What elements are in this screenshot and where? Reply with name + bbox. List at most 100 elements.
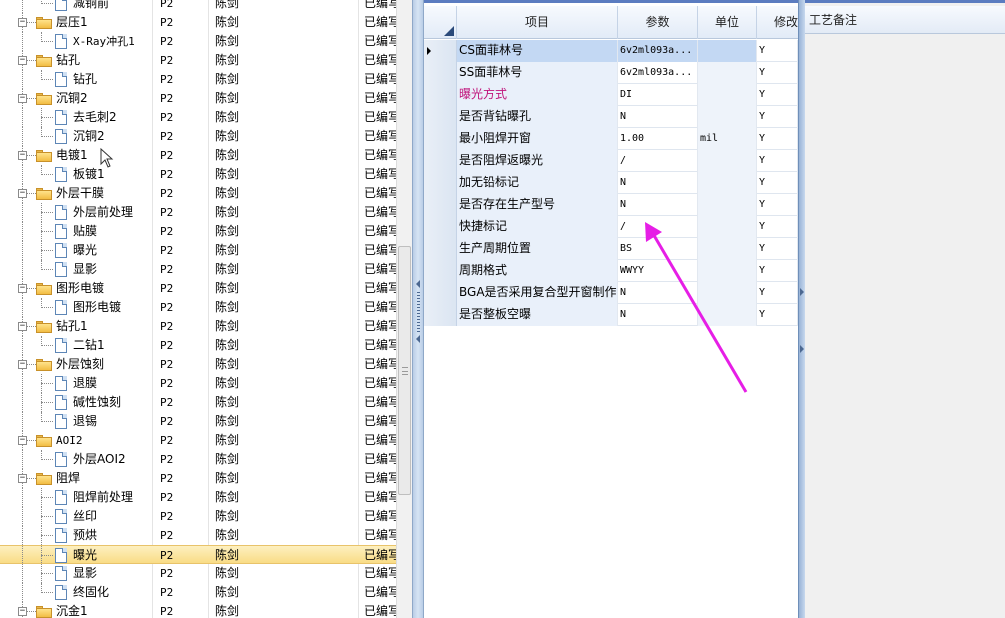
collapse-left-arrow-icon[interactable] [416, 335, 420, 343]
row-indicator[interactable] [424, 238, 457, 260]
parameter-value-cell[interactable]: N [618, 304, 698, 326]
tree-row[interactable]: 显影 P2 陈剑 已编写 [0, 564, 396, 583]
parameter-unit-cell[interactable] [698, 172, 757, 194]
tree-row[interactable]: 退锡 P2 陈剑 已编写 [0, 412, 396, 431]
parameter-modify-cell[interactable]: Y [757, 304, 798, 326]
column-header-item[interactable]: 项目 [457, 6, 618, 39]
row-indicator[interactable] [424, 84, 457, 106]
tree-toggle-icon[interactable]: − [18, 94, 27, 103]
row-indicator[interactable] [424, 194, 457, 216]
parameter-value-cell[interactable]: N [618, 194, 698, 216]
tree-row[interactable]: 减铜前 P2 陈剑 已编写 [0, 0, 396, 13]
parameter-value-cell[interactable]: WWYY [618, 260, 698, 282]
tree-row[interactable]: 板镀1 P2 陈剑 已编写 [0, 165, 396, 184]
process-tree-grid[interactable]: 减铜前 P2 陈剑 已编写 − 层压1 P2 陈剑 已编写 X-Ray冲孔1 P2 陈剑 已编写 − 钻孔 P… [0, 0, 396, 618]
parameter-value-cell[interactable]: N [618, 106, 698, 128]
tree-toggle-icon[interactable]: − [18, 607, 27, 616]
parameter-row[interactable]: CS面菲林号 6v2ml093a... Y [424, 40, 798, 62]
tree-row[interactable]: − 层压1 P2 陈剑 已编写 [0, 13, 396, 32]
parameter-unit-cell[interactable]: mil [698, 128, 757, 150]
parameter-unit-cell[interactable] [698, 194, 757, 216]
parameter-unit-cell[interactable] [698, 106, 757, 128]
parameter-row[interactable]: BGA是否采用复合型开窗制作 N Y [424, 282, 798, 304]
parameter-modify-cell[interactable]: Y [757, 62, 798, 84]
row-indicator-header[interactable] [424, 6, 457, 39]
tree-row[interactable]: 终固化 P2 陈剑 已编写 [0, 583, 396, 602]
tree-row[interactable]: − 钻孔 P2 陈剑 已编写 [0, 51, 396, 70]
parameter-unit-cell[interactable] [698, 40, 757, 62]
row-indicator[interactable] [424, 106, 457, 128]
parameter-unit-cell[interactable] [698, 216, 757, 238]
tree-row[interactable]: 钻孔 P2 陈剑 已编写 [0, 70, 396, 89]
tree-row[interactable]: − 外层干膜 P2 陈剑 已编写 [0, 184, 396, 203]
parameter-unit-cell[interactable] [698, 84, 757, 106]
parameter-modify-cell[interactable]: Y [757, 282, 798, 304]
parameter-modify-cell[interactable]: Y [757, 150, 798, 172]
collapse-right-arrow-icon[interactable] [800, 345, 804, 353]
parameter-row[interactable]: 周期格式 WWYY Y [424, 260, 798, 282]
tree-toggle-icon[interactable]: − [18, 322, 27, 331]
parameter-modify-cell[interactable]: Y [757, 172, 798, 194]
tree-row[interactable]: − 钻孔1 P2 陈剑 已编写 [0, 317, 396, 336]
parameter-value-cell[interactable]: BS [618, 238, 698, 260]
scrollbar-thumb[interactable] [398, 246, 411, 495]
parameter-row[interactable]: 加无铅标记 N Y [424, 172, 798, 194]
tree-row[interactable]: 丝印 P2 陈剑 已编写 [0, 507, 396, 526]
tree-row[interactable]: 碱性蚀刻 P2 陈剑 已编写 [0, 393, 396, 412]
tree-row[interactable]: 去毛刺2 P2 陈剑 已编写 [0, 108, 396, 127]
tree-row[interactable]: − 外层蚀刻 P2 陈剑 已编写 [0, 355, 396, 374]
tree-toggle-icon[interactable]: − [18, 474, 27, 483]
parameter-modify-cell[interactable]: Y [757, 106, 798, 128]
row-indicator[interactable] [424, 260, 457, 282]
left-splitter[interactable] [412, 0, 424, 618]
tree-row[interactable]: 图形电镀 P2 陈剑 已编写 [0, 298, 396, 317]
select-all-corner-icon[interactable] [444, 26, 454, 36]
parameter-value-cell[interactable]: 6v2ml093a... [618, 40, 698, 62]
row-indicator[interactable] [424, 282, 457, 304]
tree-row[interactable]: − 沉铜2 P2 陈剑 已编写 [0, 89, 396, 108]
tree-row[interactable]: X-Ray冲孔1 P2 陈剑 已编写 [0, 32, 396, 51]
parameter-unit-cell[interactable] [698, 238, 757, 260]
parameter-modify-cell[interactable]: Y [757, 238, 798, 260]
parameter-row[interactable]: SS面菲林号 6v2ml093a... Y [424, 62, 798, 84]
tree-toggle-icon[interactable]: − [18, 360, 27, 369]
tree-row[interactable]: 曝光 P2 陈剑 已编写 [0, 241, 396, 260]
tree-row[interactable]: − 沉金1 P2 陈剑 已编写 [0, 602, 396, 618]
parameter-value-cell[interactable]: / [618, 150, 698, 172]
row-indicator[interactable] [424, 304, 457, 326]
collapse-left-arrow-icon[interactable] [416, 280, 420, 288]
tree-toggle-icon[interactable]: − [18, 189, 27, 198]
parameter-row[interactable]: 曝光方式 DI Y [424, 84, 798, 106]
tree-row[interactable]: 显影 P2 陈剑 已编写 [0, 260, 396, 279]
parameter-row[interactable]: 最小阻焊开窗 1.00 mil Y [424, 128, 798, 150]
tree-row[interactable]: 贴膜 P2 陈剑 已编写 [0, 222, 396, 241]
row-indicator[interactable] [424, 216, 457, 238]
row-indicator[interactable] [424, 62, 457, 84]
tree-row[interactable]: 外层AOI2 P2 陈剑 已编写 [0, 450, 396, 469]
parameter-row[interactable]: 是否存在生产型号 N Y [424, 194, 798, 216]
tree-row[interactable]: 二钻1 P2 陈剑 已编写 [0, 336, 396, 355]
row-indicator[interactable] [424, 150, 457, 172]
parameter-modify-cell[interactable]: Y [757, 84, 798, 106]
notes-textarea[interactable] [805, 35, 1005, 618]
row-indicator[interactable] [424, 40, 457, 62]
row-indicator[interactable] [424, 128, 457, 150]
column-header-value[interactable]: 参数 [618, 6, 698, 39]
tree-row[interactable]: 曝光 P2 陈剑 已编写 [0, 545, 396, 565]
parameter-value-cell[interactable]: / [618, 216, 698, 238]
parameter-row[interactable]: 是否整板空曝 N Y [424, 304, 798, 326]
tree-row[interactable]: 阻焊前处理 P2 陈剑 已编写 [0, 488, 396, 507]
parameter-modify-cell[interactable]: Y [757, 194, 798, 216]
parameter-row[interactable]: 是否背钻曝孔 N Y [424, 106, 798, 128]
parameter-modify-cell[interactable]: Y [757, 128, 798, 150]
tree-row[interactable]: − AOI2 P2 陈剑 已编写 [0, 431, 396, 450]
parameter-row[interactable]: 生产周期位置 BS Y [424, 238, 798, 260]
parameter-unit-cell[interactable] [698, 62, 757, 84]
right-splitter[interactable] [798, 0, 805, 618]
tree-toggle-icon[interactable]: − [18, 18, 27, 27]
tree-row[interactable]: − 阻焊 P2 陈剑 已编写 [0, 469, 396, 488]
parameter-modify-cell[interactable]: Y [757, 216, 798, 238]
tree-toggle-icon[interactable]: − [18, 436, 27, 445]
parameter-modify-cell[interactable]: Y [757, 40, 798, 62]
parameter-unit-cell[interactable] [698, 304, 757, 326]
